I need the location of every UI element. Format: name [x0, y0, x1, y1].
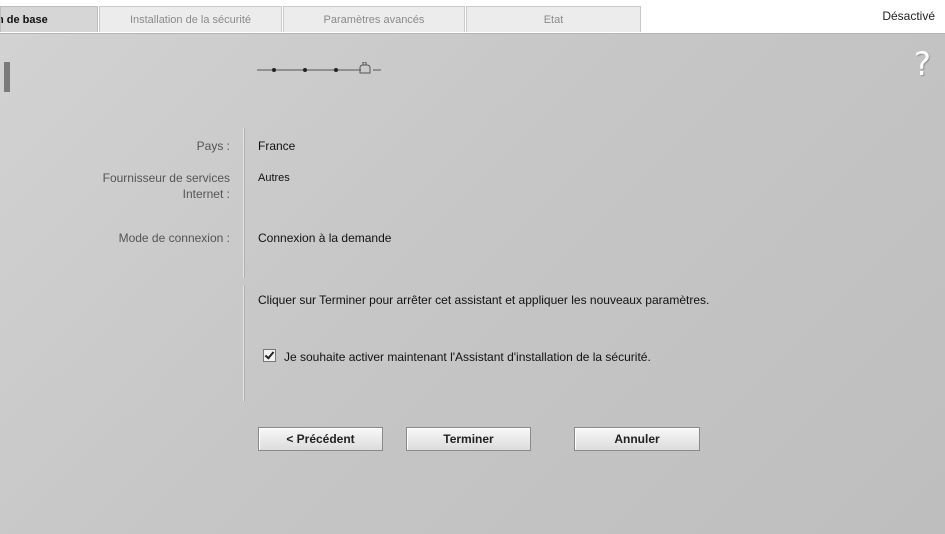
connection-mode-label: Mode de connexion : — [118, 231, 230, 245]
tab-label: Etat — [543, 13, 564, 26]
tab-bar: n de base Installation de la sécurité Pa… — [0, 0, 945, 33]
finish-instructions: Cliquer sur Terminer pour arrêter cet as… — [258, 293, 710, 307]
security-wizard-option: Je souhaite activer maintenant l'Assista… — [258, 348, 738, 366]
finish-button[interactable]: Terminer — [406, 427, 531, 451]
step-dot — [303, 68, 307, 72]
tab-status[interactable]: Etat — [466, 6, 641, 32]
tab-label: Installation de la sécurité — [129, 13, 252, 26]
tab-advanced-settings[interactable]: Paramètres avancés — [283, 6, 465, 32]
security-wizard-checkbox[interactable] — [263, 349, 276, 362]
form-divider — [243, 286, 244, 401]
isp-value: Autres — [258, 172, 290, 184]
wizard-panel: ? Pays : France Fournisseur de services … — [0, 33, 945, 534]
country-value: France — [258, 139, 296, 153]
help-icon[interactable]: ? — [914, 48, 931, 80]
isp-label-line2: Internet : — [182, 187, 230, 201]
tab-label: n de base — [0, 13, 48, 26]
form-divider — [243, 128, 244, 278]
tab-basic-settings[interactable]: n de base — [0, 6, 98, 32]
step-dot — [272, 68, 276, 72]
connection-mode-value: Connexion à la demande — [258, 231, 392, 245]
cancel-button[interactable]: Annuler — [574, 427, 700, 451]
country-label: Pays : — [196, 139, 230, 153]
step-dot — [334, 68, 338, 72]
current-step-hand-icon — [359, 62, 371, 74]
wizard-progress-indicator — [257, 62, 381, 74]
previous-button[interactable]: < Précédent — [258, 427, 383, 451]
tab-security-setup[interactable]: Installation de la sécurité — [99, 6, 282, 32]
connection-status: Désactivé — [882, 9, 935, 23]
tab-label: Paramètres avancés — [323, 13, 425, 26]
isp-label: Fournisseur de services Internet : — [0, 170, 230, 202]
security-wizard-checkbox-label: Je souhaite activer maintenant l'Assista… — [284, 350, 651, 364]
isp-label-line1: Fournisseur de services — [102, 171, 230, 185]
panel-scroll-marker — [4, 62, 10, 92]
